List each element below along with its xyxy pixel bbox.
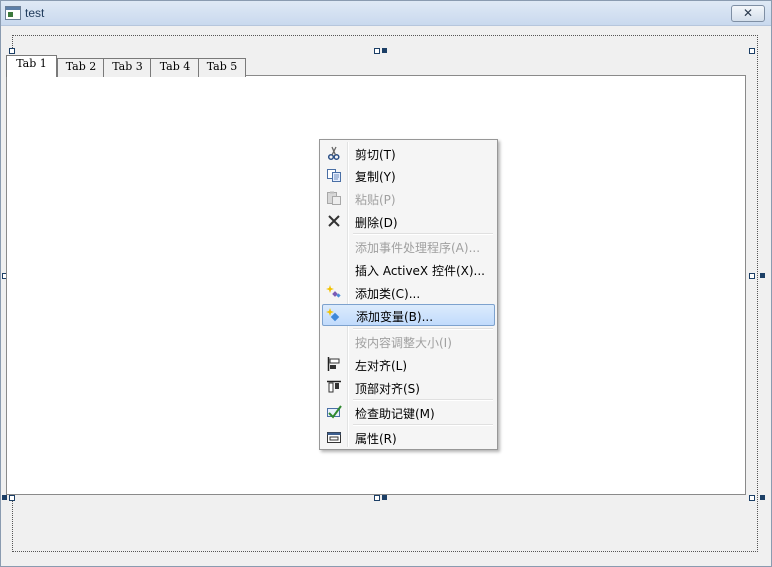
menu-item-insert-activex[interactable]: 插入 ActiveX 控件(X)...: [322, 258, 495, 280]
title-bar[interactable]: test ✕: [1, 1, 771, 26]
menu-item-add-variable[interactable]: 添加变量(B)...: [322, 304, 495, 326]
resize-handle-top-center-b[interactable]: [382, 48, 387, 53]
menu-item-paste[interactable]: 粘贴(P): [322, 187, 495, 209]
properties-icon: [327, 432, 341, 443]
window-title: test: [25, 6, 45, 20]
context-menu: 剪切(T) 复制(Y) 粘贴(P) 删除(D) 添加事件处理程序(A)... 插…: [319, 139, 498, 450]
menu-item-size-to-content[interactable]: 按内容调整大小(I): [322, 330, 495, 352]
resize-handle-top-center-a[interactable]: [374, 48, 380, 54]
menu-item-add-class[interactable]: 添加类(C)...: [322, 281, 495, 303]
menu-item-check-mnemonics[interactable]: 检查助记键(M): [322, 401, 495, 423]
app-window: test ✕ Tab 1 Tab 2 Tab 3 Tab 4 Tab 5 剪切(…: [0, 0, 772, 567]
menu-item-delete[interactable]: 删除(D): [322, 210, 495, 232]
resize-handle-bottom-right[interactable]: [749, 495, 755, 501]
paste-icon: [327, 191, 341, 205]
close-icon: ✕: [742, 6, 754, 20]
scissors-icon: [327, 146, 340, 161]
menu-item-cut[interactable]: 剪切(T): [322, 142, 495, 164]
tab-3[interactable]: Tab 3: [103, 58, 152, 77]
resize-handle-middle-right-outer[interactable]: [760, 273, 765, 278]
align-top-icon: [327, 380, 341, 393]
menu-item-align-left[interactable]: 左对齐(L): [322, 353, 495, 375]
resize-handle-bottom-center-a[interactable]: [374, 495, 380, 501]
close-button[interactable]: ✕: [731, 5, 765, 22]
add-class-icon: [326, 285, 341, 298]
app-window-icon: [5, 6, 21, 20]
tab-5[interactable]: Tab 5: [198, 58, 246, 77]
resize-handle-middle-right[interactable]: [749, 273, 755, 279]
delete-icon: [328, 215, 340, 227]
tab-1[interactable]: Tab 1: [6, 55, 57, 77]
menu-item-copy[interactable]: 复制(Y): [322, 164, 495, 186]
resize-handle-top-left[interactable]: [9, 48, 15, 54]
resize-handle-top-right[interactable]: [749, 48, 755, 54]
menu-item-properties[interactable]: 属性(R): [322, 426, 495, 448]
align-left-icon: [327, 357, 340, 371]
resize-handle-bottom-left[interactable]: [2, 495, 7, 500]
resize-handle-bottom-right-outer[interactable]: [760, 495, 765, 500]
menu-item-align-top[interactable]: 顶部对齐(S): [322, 376, 495, 398]
menu-item-add-event-handler[interactable]: 添加事件处理程序(A)...: [322, 235, 495, 257]
copy-icon: [327, 169, 341, 182]
add-variable-icon: [326, 308, 340, 322]
check-mnemonic-icon: [327, 405, 342, 419]
tab-4[interactable]: Tab 4: [150, 58, 200, 77]
resize-handle-bottom-left-inner[interactable]: [9, 495, 15, 501]
tab-2[interactable]: Tab 2: [57, 58, 105, 77]
resize-handle-bottom-center-b[interactable]: [382, 495, 387, 500]
